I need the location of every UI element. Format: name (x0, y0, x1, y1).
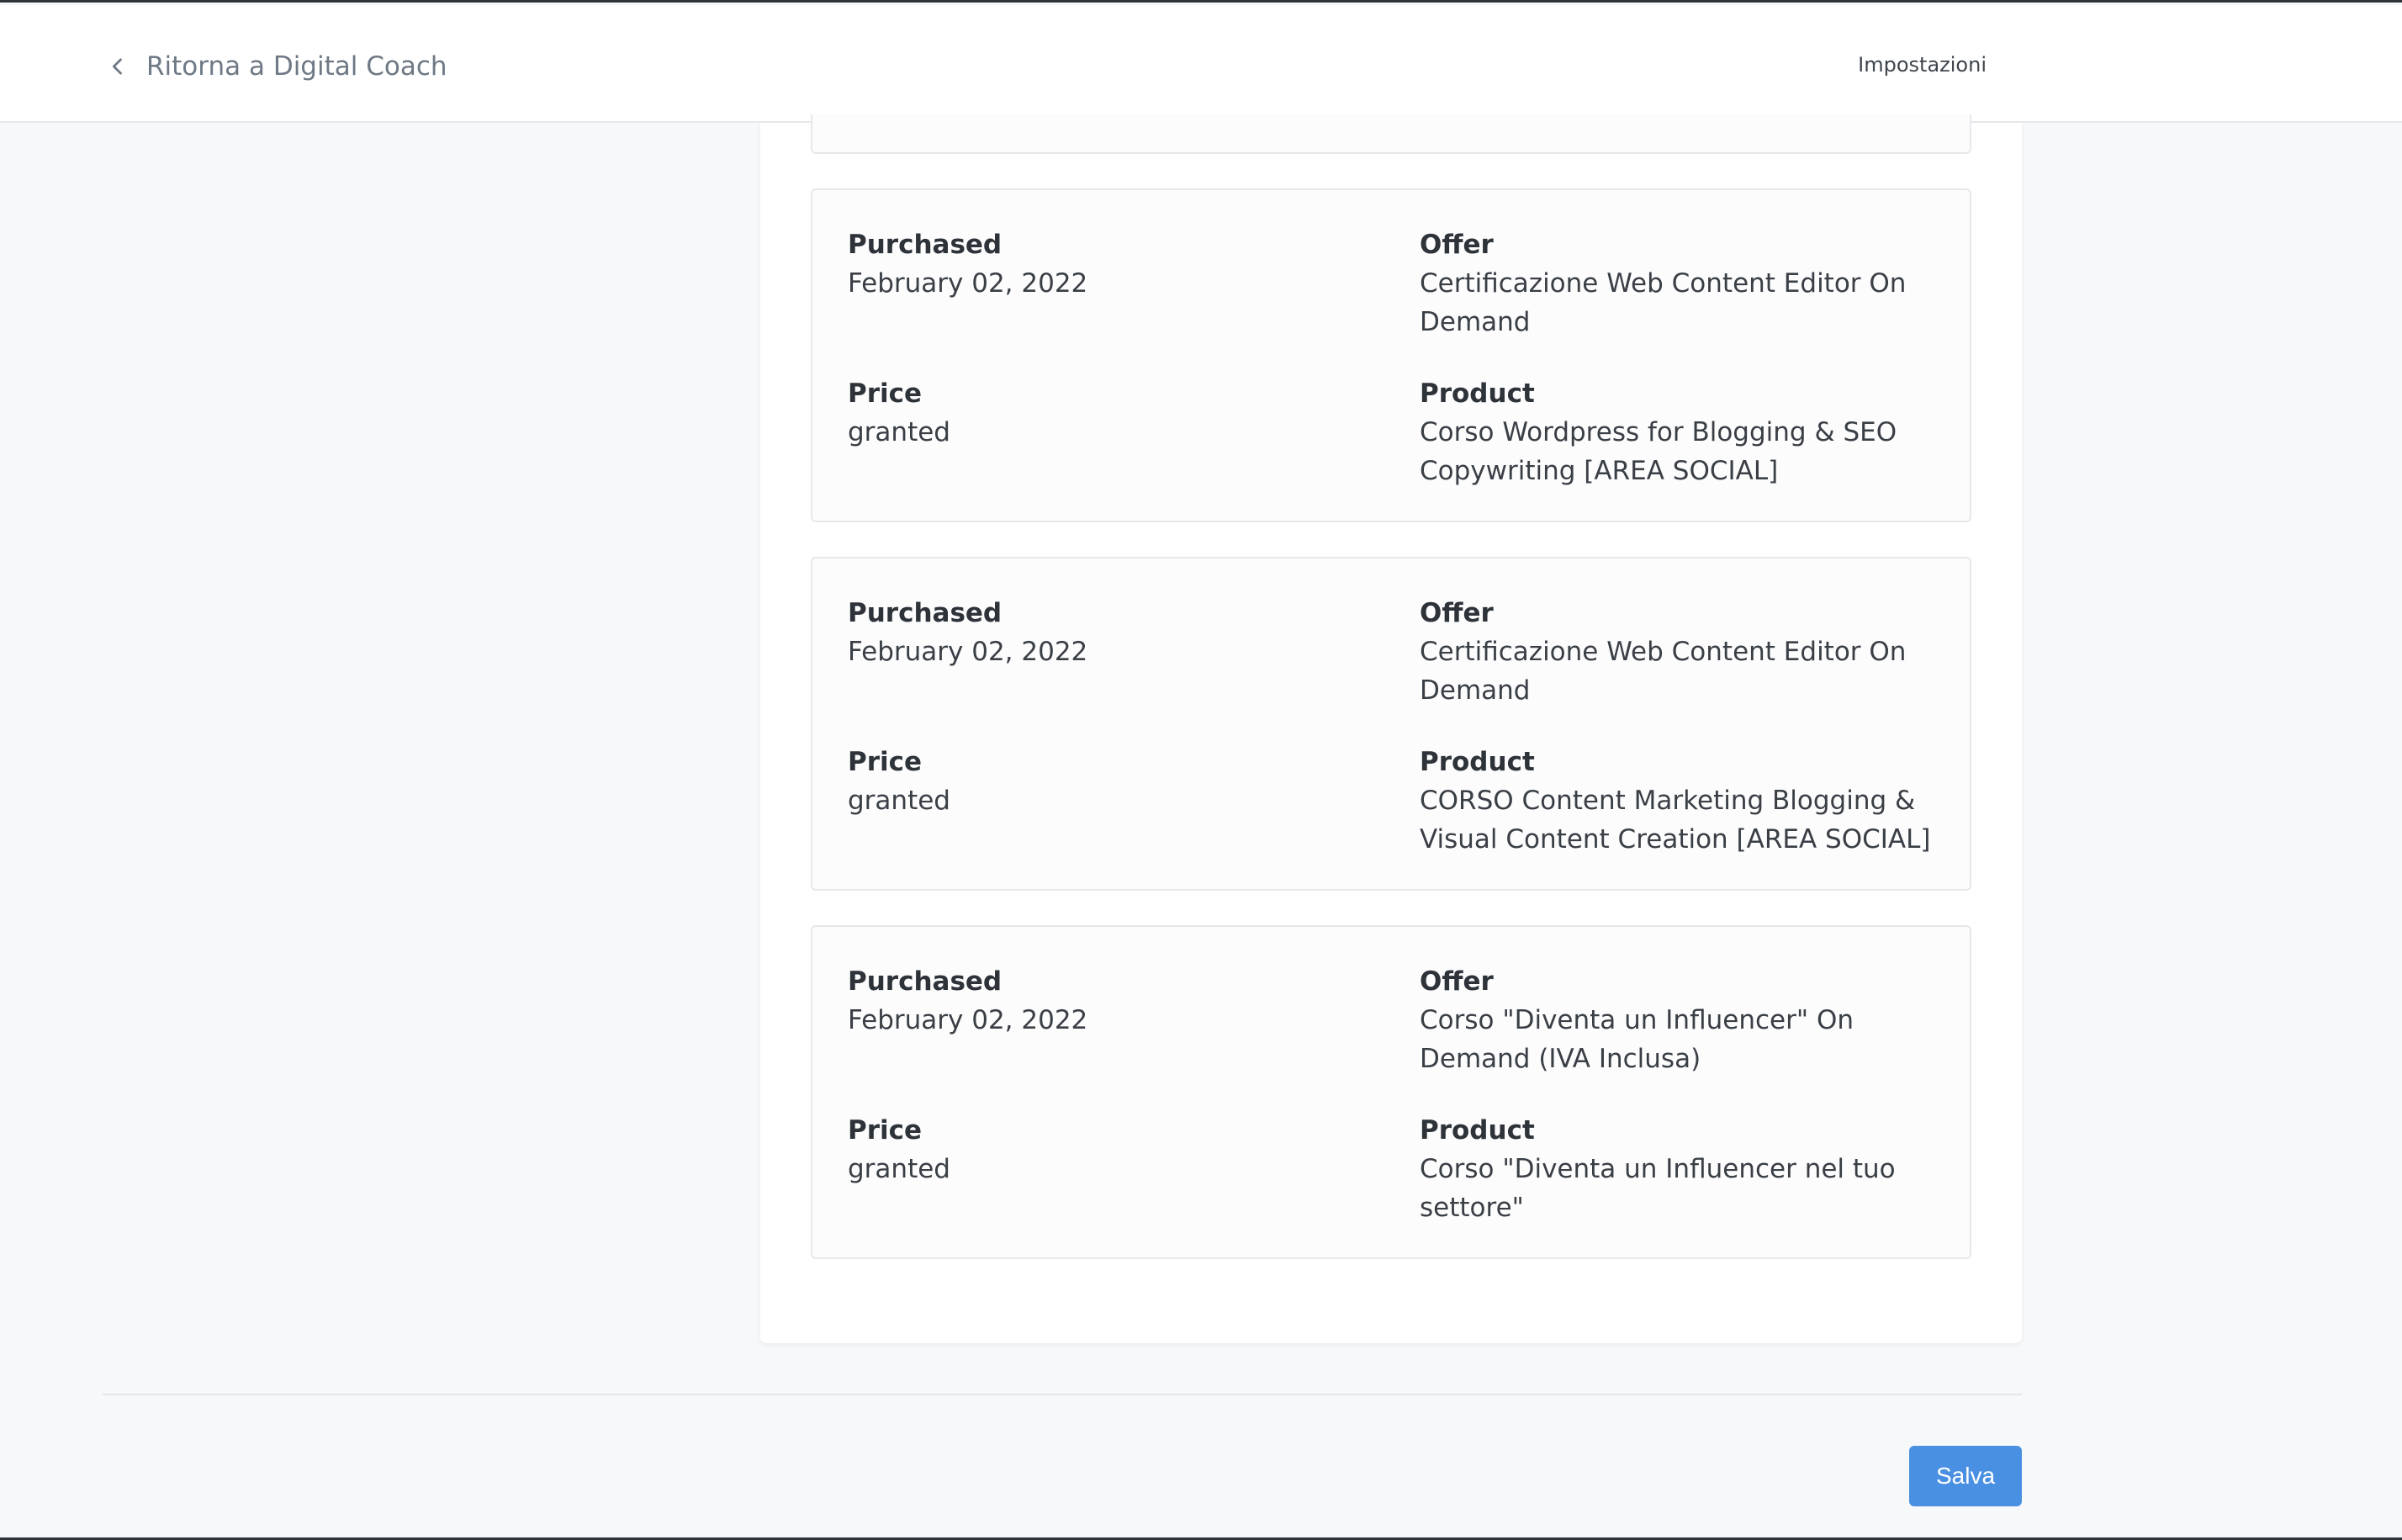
top-bar: Ritorna a Digital Coach Impostazioni (0, 5, 2402, 123)
purchase-card: Purchased February 02, 2022 Offer Certif… (811, 557, 1971, 891)
purchased-field: Purchased February 02, 2022 (848, 225, 1369, 303)
price-label: Price (848, 1115, 923, 1146)
offer-field: Offer Certificazione Web Content Editor … (1420, 225, 1941, 341)
purchased-label: Purchased (848, 230, 1003, 260)
price-label: Price (848, 747, 923, 777)
save-button[interactable]: Salva (1909, 1446, 2022, 1506)
footer-divider (103, 1394, 2022, 1395)
chevron-left-icon (112, 58, 122, 75)
product-field: Product Corso "Diventa un Influencer nel… (1420, 1111, 1941, 1227)
offer-value: Certificazione Web Content Editor On Dem… (1420, 268, 1907, 337)
product-value: Corso "Diventa un Influencer nel tuo set… (1420, 1154, 1896, 1223)
purchased-label: Purchased (848, 598, 1003, 628)
price-field: Price granted (848, 374, 1369, 452)
product-value: CORSO Content Marketing Blogging & Visua… (1420, 786, 1931, 855)
purchased-value: February 02, 2022 (848, 637, 1088, 667)
purchase-card: Purchased February 02, 2022 Offer Corso … (811, 925, 1971, 1259)
product-field: Product CORSO Content Marketing Blogging… (1420, 743, 1941, 859)
purchased-label: Purchased (848, 966, 1003, 997)
price-value: granted (848, 1154, 950, 1184)
product-field: Product Corso Wordpress for Blogging & S… (1420, 374, 1941, 490)
product-label: Product (1420, 378, 1535, 409)
back-link[interactable]: Ritorna a Digital Coach (106, 45, 447, 87)
product-label: Product (1420, 747, 1535, 777)
price-value: granted (848, 786, 950, 816)
offer-value: Certificazione Web Content Editor On Dem… (1420, 637, 1907, 706)
purchased-field: Purchased February 02, 2022 (848, 962, 1369, 1040)
product-value: Corso Wordpress for Blogging & SEO Copyw… (1420, 417, 1897, 486)
back-link-label: Ritorna a Digital Coach (146, 51, 447, 82)
purchased-value: February 02, 2022 (848, 1005, 1088, 1035)
purchases-panel: Purchased February 02, 2022 Offer Certif… (760, 114, 2022, 1343)
price-label: Price (848, 378, 923, 409)
price-value: granted (848, 417, 950, 447)
purchased-value: February 02, 2022 (848, 268, 1088, 299)
product-label: Product (1420, 1115, 1535, 1146)
offer-label: Offer (1420, 230, 1494, 260)
price-field: Price granted (848, 743, 1369, 820)
purchase-card: Purchased February 02, 2022 Offer Certif… (811, 188, 1971, 522)
purchased-field: Purchased February 02, 2022 (848, 594, 1369, 671)
settings-link[interactable]: Impostazioni (1858, 53, 1987, 77)
offer-field: Offer Corso "Diventa un Influencer" On D… (1420, 962, 1941, 1078)
offer-field: Offer Certificazione Web Content Editor … (1420, 594, 1941, 710)
price-field: Price granted (848, 1111, 1369, 1188)
offer-value: Corso "Diventa un Influencer" On Demand … (1420, 1005, 1854, 1074)
purchase-card-partial (811, 114, 1971, 154)
offer-label: Offer (1420, 598, 1494, 628)
offer-label: Offer (1420, 966, 1494, 997)
